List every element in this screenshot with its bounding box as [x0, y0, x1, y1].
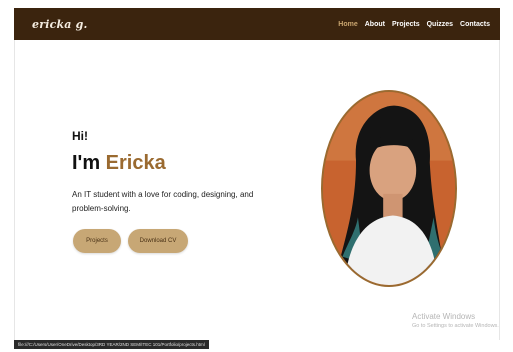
- hero-name: Ericka: [105, 152, 166, 174]
- page-left-border: [14, 40, 15, 340]
- nav-link-contacts[interactable]: Contacts: [460, 21, 490, 28]
- photo-face: [369, 140, 417, 201]
- projects-button[interactable]: Projects: [73, 229, 121, 253]
- profile-photo-illustration: [323, 92, 455, 285]
- browser-status-bar: file:///C:/Users/User/OneDrive/Desktop/3…: [14, 340, 209, 349]
- portfolio-page: ericka g. Home About Projects Quizzes Co…: [0, 0, 513, 352]
- nav-links: Home About Projects Quizzes Contacts: [338, 21, 490, 28]
- hero-greeting: Hi!: [72, 129, 88, 143]
- hero-headline: I'm Ericka: [72, 152, 166, 175]
- nav-link-projects[interactable]: Projects: [392, 21, 420, 28]
- nav-link-quizzes[interactable]: Quizzes: [427, 21, 453, 28]
- activate-windows-watermark: Activate Windows Go to Settings to activ…: [412, 312, 499, 329]
- photo-neck: [383, 193, 403, 218]
- activate-windows-subtitle: Go to Settings to activate Windows.: [412, 323, 499, 329]
- hero-description: An IT student with a love for coding, de…: [72, 190, 254, 213]
- page-right-border: [499, 40, 500, 340]
- download-cv-button[interactable]: Download CV: [128, 229, 188, 253]
- site-logo[interactable]: ericka g.: [32, 18, 88, 31]
- navbar: ericka g. Home About Projects Quizzes Co…: [14, 8, 500, 40]
- hero-headline-prefix: I'm: [72, 152, 101, 174]
- profile-photo: [321, 90, 457, 287]
- activate-windows-title: Activate Windows: [412, 312, 476, 321]
- nav-link-about[interactable]: About: [365, 21, 385, 28]
- nav-link-home[interactable]: Home: [338, 21, 357, 28]
